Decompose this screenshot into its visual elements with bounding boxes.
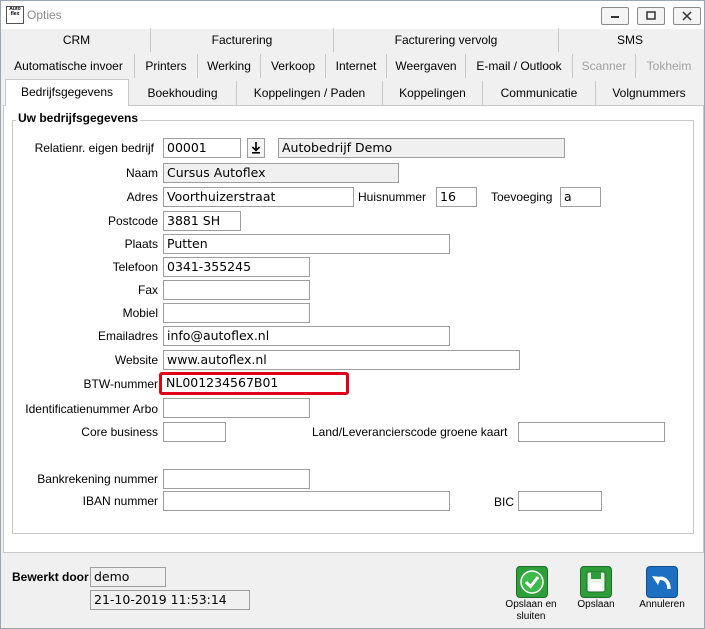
postcode-label: Postcode xyxy=(107,214,158,228)
plaats-label: Plaats xyxy=(124,237,158,251)
tab-row-3: Bedrijfsgegevens Boekhouding Koppelingen… xyxy=(3,79,703,106)
tab-internet[interactable]: Internet xyxy=(326,54,387,78)
bank-label: Bankrekening nummer xyxy=(37,472,158,486)
huisnummer-label: Huisnummer xyxy=(358,190,427,204)
restore-button[interactable] xyxy=(637,7,665,25)
core-business-label: Core business xyxy=(81,425,158,439)
email-input[interactable]: info@autoflex.nl xyxy=(163,326,450,346)
tab-row-1: CRM Facturering Facturering vervolg SMS xyxy=(3,28,703,52)
group-title: Uw bedrijfsgegevens xyxy=(16,111,141,125)
fax-label: Fax xyxy=(137,283,158,297)
arbo-label: Identificatienummer Arbo xyxy=(25,402,158,416)
email-label: Emailadres xyxy=(97,329,158,343)
restore-icon xyxy=(646,11,656,20)
iban-input[interactable] xyxy=(163,491,450,511)
tab-scanner: Scanner xyxy=(573,54,636,78)
website-input[interactable]: www.autoflex.nl xyxy=(163,350,520,370)
telefoon-input[interactable]: 0341-355245 xyxy=(163,257,310,277)
tab-automatische-invoer[interactable]: Automatische invoer xyxy=(3,54,135,78)
close-icon xyxy=(682,11,692,21)
bic-label: BIC xyxy=(494,495,515,509)
tab-koppelingen[interactable]: Koppelingen xyxy=(383,81,483,105)
tab-boekhouding[interactable]: Boekhouding xyxy=(129,81,237,105)
tab-bedrijfsgegevens[interactable]: Bedrijfsgegevens xyxy=(5,79,129,106)
mobiel-label: Mobiel xyxy=(122,306,158,320)
adres-label: Adres xyxy=(126,190,158,204)
save-label: Opslaan xyxy=(577,599,615,610)
naam-field: Cursus Autoflex xyxy=(163,163,399,183)
telefoon-label: Telefoon xyxy=(112,260,158,274)
download-arrow-icon xyxy=(251,142,261,154)
tab-sms[interactable]: SMS xyxy=(559,28,701,52)
plaats-input[interactable]: Putten xyxy=(163,234,450,254)
tab-volgnummers[interactable]: Volgnummers xyxy=(596,81,702,105)
undo-arrow-icon xyxy=(646,566,678,598)
save-button[interactable]: Opslaan xyxy=(567,563,625,613)
relatie-name-display: Autobedrijf Demo xyxy=(278,138,565,158)
minimize-button[interactable] xyxy=(601,7,629,25)
tab-facturering[interactable]: Facturering xyxy=(151,28,334,52)
groene-kaart-input[interactable] xyxy=(518,422,665,442)
arbo-input[interactable] xyxy=(163,398,310,418)
postcode-input[interactable]: 3881 SH xyxy=(163,211,241,231)
save-and-close-button[interactable]: Opslaan en sluiten xyxy=(501,563,561,625)
fax-input[interactable] xyxy=(163,280,310,300)
btw-highlight-box xyxy=(159,372,349,395)
huisnummer-input[interactable]: 16 xyxy=(436,187,477,207)
save-close-label-2: sluiten xyxy=(516,611,546,622)
cancel-label: Annuleren xyxy=(639,599,685,610)
adres-input[interactable]: Voorthuizerstraat xyxy=(163,187,354,207)
title-bar: Auto flex Opties xyxy=(1,1,704,29)
naam-label: Naam xyxy=(125,166,158,180)
relatie-lookup-button[interactable] xyxy=(247,138,265,158)
mobiel-input[interactable] xyxy=(163,303,310,323)
tab-email-outlook[interactable]: E-mail / Outlook xyxy=(466,54,573,78)
groene-kaart-label: Land/Leverancierscode groene kaart xyxy=(312,425,508,439)
relatienr-label: Relatienr. eigen bedrijf xyxy=(34,141,154,155)
autoflex-app-icon: Auto flex xyxy=(6,6,24,24)
btw-label: BTW-nummer xyxy=(83,377,158,391)
window-title: Opties xyxy=(27,8,62,22)
bic-input[interactable] xyxy=(518,491,602,511)
tab-tokheim: Tokheim xyxy=(646,59,692,73)
save-close-label-1: Opslaan en xyxy=(505,599,557,610)
bank-input[interactable] xyxy=(163,469,310,489)
iban-label: IBAN nummer xyxy=(82,494,158,508)
tab-crm[interactable]: CRM xyxy=(3,28,151,52)
toevoeging-label: Toevoeging xyxy=(491,190,553,204)
options-window: Auto flex Opties CRM Facturering Facture… xyxy=(0,0,705,629)
website-label: Website xyxy=(114,353,158,367)
cancel-button[interactable]: Annuleren xyxy=(634,563,690,613)
relatienr-input[interactable]: 00001 xyxy=(163,138,241,158)
tab-koppelingen-paden[interactable]: Koppelingen / Paden xyxy=(237,81,383,105)
checkmark-icon xyxy=(516,566,548,598)
bewerkt-door-date: 21-10-2019 11:53:14 xyxy=(90,590,250,610)
bewerkt-door-user: demo xyxy=(90,567,166,587)
floppy-disk-icon xyxy=(580,566,612,598)
bewerkt-door-label: Bewerkt door xyxy=(12,570,89,584)
minimize-icon xyxy=(611,16,619,18)
tab-communicatie[interactable]: Communicatie xyxy=(483,81,596,105)
tab-facturering-vervolg[interactable]: Facturering vervolg xyxy=(334,28,559,52)
tab-row-2: Automatische invoer Printers Werking Ver… xyxy=(3,54,703,78)
tab-weergaven[interactable]: Weergaven xyxy=(387,54,466,78)
tab-werking[interactable]: Werking xyxy=(198,54,261,78)
close-button[interactable] xyxy=(673,7,701,25)
toevoeging-input[interactable]: a xyxy=(560,187,601,207)
tab-printers[interactable]: Printers xyxy=(135,54,198,78)
tab-verkoop[interactable]: Verkoop xyxy=(261,54,326,78)
core-business-input[interactable] xyxy=(163,422,226,442)
